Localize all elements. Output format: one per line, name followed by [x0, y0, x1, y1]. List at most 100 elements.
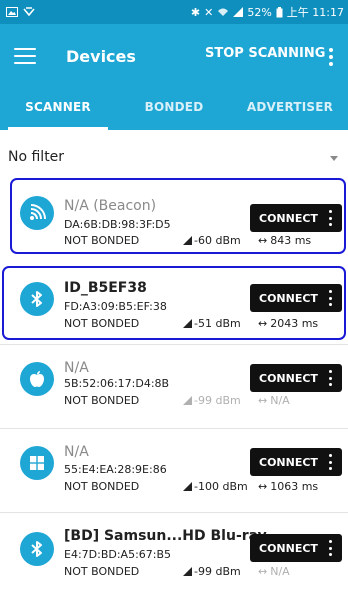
filter-label: No filter [8, 149, 65, 165]
row-divider [0, 344, 348, 345]
mute-icon: ✕ [204, 5, 214, 19]
rssi-readout: -100 dBm [183, 480, 248, 493]
interval-value: 843 ms [270, 234, 312, 247]
signal-strength-icon [183, 396, 192, 405]
bond-status: NOT BONDED [64, 565, 140, 578]
beacon-icon [30, 204, 46, 220]
interval-value: 2043 ms [270, 317, 319, 330]
device-name: N/A [64, 360, 89, 376]
more-vert-icon[interactable] [329, 540, 333, 556]
menu-icon[interactable] [14, 48, 36, 64]
rssi-value: -99 dBm [194, 565, 241, 578]
overflow-menu-icon[interactable] [328, 48, 334, 66]
signal-icon [233, 7, 244, 17]
more-vert-icon[interactable] [329, 454, 333, 470]
bond-status: NOT BONDED [64, 394, 140, 407]
device-row[interactable]: N/A 55:E4:EA:28:9E:86 NOT BONDED -100 dB… [0, 428, 348, 508]
interval-readout: ↔ N/A [258, 394, 290, 407]
device-avatar [20, 446, 54, 480]
app-bar: Devices STOP SCANNING [0, 24, 348, 88]
interval-arrows-icon: ↔ [258, 317, 268, 330]
windows-icon [30, 456, 44, 470]
interval-value: N/A [270, 565, 290, 578]
rssi-readout: -99 dBm [183, 394, 241, 407]
interval-readout: ↔ N/A [258, 565, 290, 578]
device-avatar [20, 196, 54, 230]
more-vert-icon[interactable] [329, 210, 333, 226]
tab-indicator [8, 127, 108, 130]
battery-icon [276, 6, 283, 17]
tab-scanner[interactable]: SCANNER [0, 88, 116, 130]
device-row[interactable]: N/A 5B:52:06:17:D4:8B NOT BONDED -99 dBm… [0, 344, 348, 420]
page-title: Devices [66, 46, 136, 66]
bond-status: NOT BONDED [64, 234, 140, 247]
rssi-readout: -51 dBm [183, 317, 241, 330]
interval-value: N/A [270, 394, 290, 407]
device-avatar [20, 362, 54, 396]
device-avatar [20, 532, 54, 566]
battery-percent: 52% [247, 5, 272, 19]
connect-button[interactable]: CONNECT [250, 284, 342, 312]
rssi-value: -99 dBm [194, 394, 241, 407]
connect-label: CONNECT [259, 211, 318, 225]
device-name: ID_B5EF38 [64, 280, 147, 296]
interval-value: 1063 ms [270, 480, 319, 493]
row-divider [0, 512, 348, 513]
bluetooth-icon: ✱ [190, 5, 201, 19]
bluetooth-icon [31, 541, 42, 557]
tab-bonded[interactable]: BONDED [116, 88, 232, 130]
device-address: 5B:52:06:17:D4:8B [64, 377, 170, 390]
interval-readout: ↔ 2043 ms [258, 317, 318, 330]
signal-strength-icon [183, 236, 192, 245]
rssi-readout: -60 dBm [183, 234, 241, 247]
device-address: 55:E4:EA:28:9E:86 [64, 463, 167, 476]
device-address: DA:6B:DB:98:3F:D5 [64, 218, 171, 231]
bond-status: NOT BONDED [64, 480, 140, 493]
filter-dropdown[interactable]: No filter [0, 140, 348, 174]
connect-label: CONNECT [259, 371, 318, 385]
wifi-icon [218, 8, 229, 16]
gallery-icon [6, 7, 18, 17]
row-divider [0, 428, 348, 429]
connect-button[interactable]: CONNECT [250, 204, 342, 232]
device-row[interactable]: [BD] Samsun...HD Blu-ray E4:7D:BD:A5:67:… [0, 512, 348, 592]
status-bar: ✱ ✕ 52% 上午 11:17 [0, 0, 348, 24]
interval-readout: ↔ 843 ms [258, 234, 311, 247]
device-avatar [20, 282, 54, 316]
chevron-down-icon [330, 156, 338, 161]
bond-status: NOT BONDED [64, 317, 140, 330]
connect-label: CONNECT [259, 455, 318, 469]
signal-strength-icon [183, 482, 192, 491]
bluetooth-icon [31, 291, 42, 307]
rssi-readout: -99 dBm [183, 565, 241, 578]
more-vert-icon[interactable] [329, 290, 333, 306]
apple-icon [30, 371, 44, 387]
interval-arrows-icon: ↔ [258, 565, 268, 578]
rssi-value: -51 dBm [194, 317, 241, 330]
signal-strength-icon [183, 319, 192, 328]
device-address: E4:7D:BD:A5:67:B5 [64, 548, 172, 561]
device-row[interactable]: N/A (Beacon) DA:6B:DB:98:3F:D5 NOT BONDE… [0, 176, 348, 256]
connect-button[interactable]: CONNECT [250, 448, 342, 476]
interval-arrows-icon: ↔ [258, 394, 268, 407]
stop-scanning-button[interactable]: STOP SCANNING [205, 46, 325, 61]
interval-arrows-icon: ↔ [258, 480, 268, 493]
connect-label: CONNECT [259, 291, 318, 305]
notification-icon [23, 7, 35, 17]
device-name: [BD] Samsun...HD Blu-ray [64, 528, 267, 544]
device-address: FD:A3:09:B5:EF:38 [64, 300, 167, 313]
tab-bar: SCANNER BONDED ADVERTISER [0, 88, 348, 130]
device-name: N/A [64, 444, 89, 460]
signal-strength-icon [183, 567, 192, 576]
interval-readout: ↔ 1063 ms [258, 480, 318, 493]
rssi-value: -60 dBm [194, 234, 241, 247]
tab-advertiser[interactable]: ADVERTISER [232, 88, 348, 130]
device-row[interactable]: ID_B5EF38 FD:A3:09:B5:EF:38 NOT BONDED -… [0, 264, 348, 340]
rssi-value: -100 dBm [194, 480, 248, 493]
connect-button[interactable]: CONNECT [250, 364, 342, 392]
clock: 上午 11:17 [286, 6, 344, 19]
device-name: N/A (Beacon) [64, 198, 157, 214]
connect-button[interactable]: CONNECT [250, 534, 342, 562]
more-vert-icon[interactable] [329, 370, 333, 386]
interval-arrows-icon: ↔ [258, 234, 268, 247]
